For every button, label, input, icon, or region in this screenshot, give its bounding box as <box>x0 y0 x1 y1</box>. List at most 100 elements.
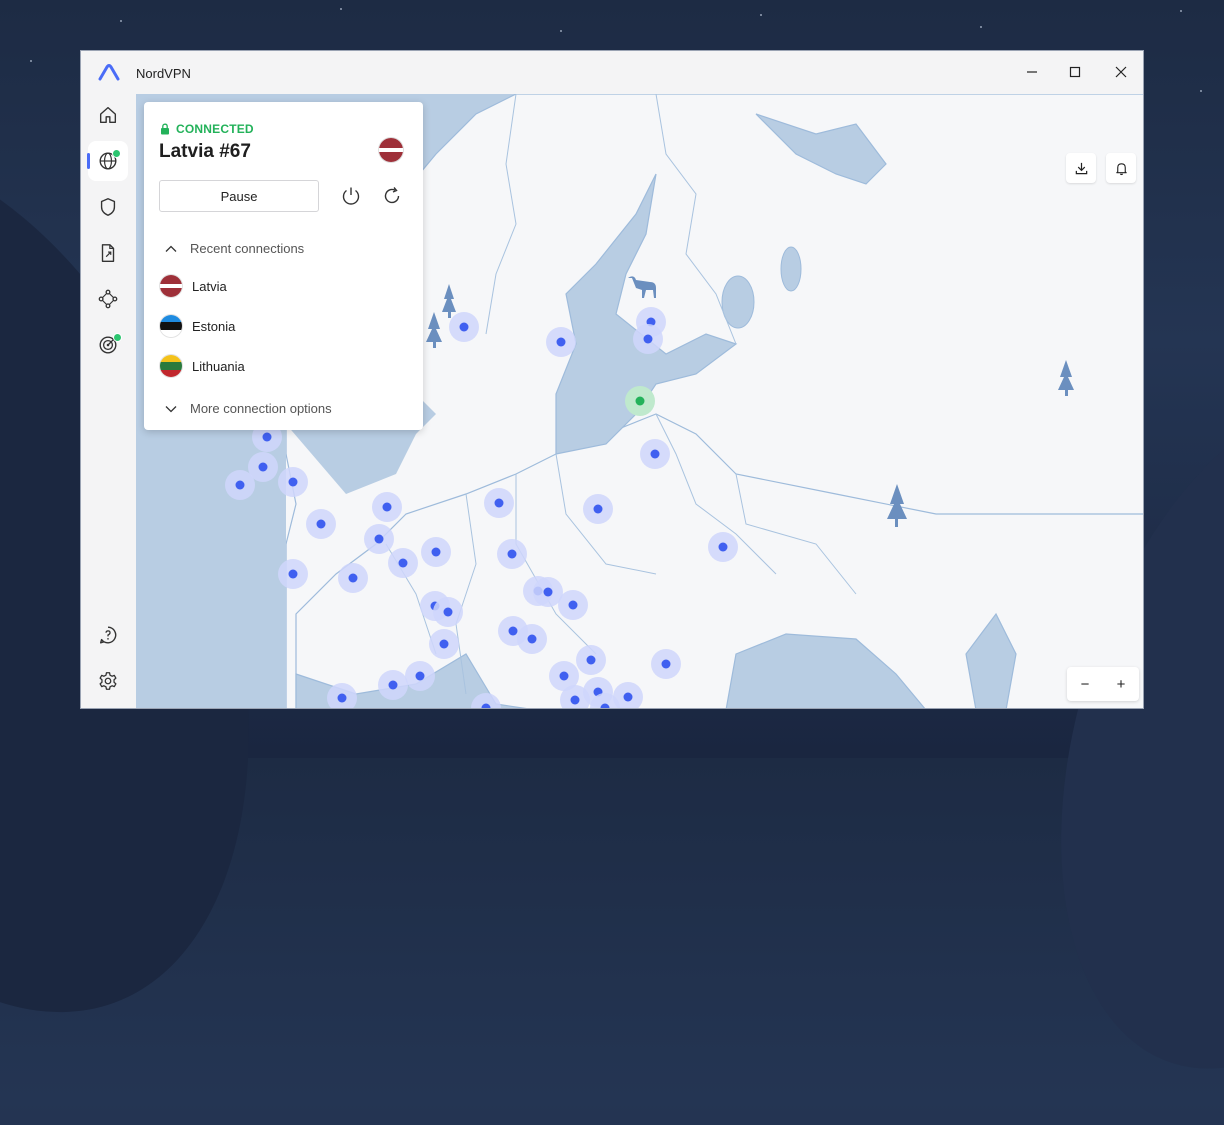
sidebar-item-file-share[interactable] <box>88 233 128 273</box>
server-marker-dot <box>288 477 298 487</box>
server-marker[interactable] <box>640 439 670 469</box>
power-icon <box>342 187 360 205</box>
close-icon <box>1115 66 1127 78</box>
server-marker[interactable] <box>429 629 459 659</box>
sidebar-item-meshnet[interactable] <box>88 279 128 319</box>
minimize-button[interactable] <box>1017 59 1047 85</box>
server-marker-dot <box>508 626 518 636</box>
server-marker-dot <box>258 462 268 472</box>
server-marker[interactable] <box>497 539 527 569</box>
server-marker-dot <box>718 542 728 552</box>
connected-marker-dot <box>635 396 645 406</box>
recent-connection-latvia[interactable]: Latvia <box>160 275 227 297</box>
server-marker-dot <box>459 322 469 332</box>
server-marker-dot <box>439 639 449 649</box>
sidebar-item-dark-web-monitor[interactable] <box>88 325 128 365</box>
server-marker[interactable] <box>338 563 368 593</box>
server-marker[interactable] <box>372 492 402 522</box>
server-marker[interactable] <box>388 548 418 578</box>
server-marker-dot <box>570 695 580 705</box>
maximize-icon <box>1069 66 1081 78</box>
server-marker-dot <box>507 549 517 559</box>
recent-connection-lithuania[interactable]: Lithuania <box>160 355 245 377</box>
server-marker-dot <box>337 693 347 703</box>
server-marker-dot <box>559 671 569 681</box>
server-marker[interactable] <box>278 559 308 589</box>
server-marker[interactable] <box>633 324 663 354</box>
sidebar <box>81 94 136 708</box>
server-marker[interactable] <box>378 670 408 700</box>
reconnect-button[interactable] <box>380 184 404 208</box>
recent-connection-label: Latvia <box>192 278 227 294</box>
zoom-in-button[interactable]: + <box>1103 667 1139 701</box>
status-badge <box>112 149 121 158</box>
refresh-icon <box>384 187 400 204</box>
server-marker[interactable] <box>433 597 463 627</box>
server-marker-dot <box>593 504 603 514</box>
recent-connection-estonia[interactable]: Estonia <box>160 315 235 337</box>
server-marker[interactable] <box>583 494 613 524</box>
sidebar-item-help[interactable] <box>88 615 128 655</box>
server-marker[interactable] <box>364 524 394 554</box>
more-connection-options-toggle[interactable]: More connection options <box>164 401 332 416</box>
recent-connection-label: Lithuania <box>192 358 245 374</box>
server-marker[interactable] <box>327 683 357 709</box>
server-marker[interactable] <box>225 470 255 500</box>
nordvpn-logo-icon <box>98 64 120 81</box>
minimize-icon <box>1027 71 1037 73</box>
server-marker-dot <box>348 573 358 583</box>
server-marker-dot <box>398 558 408 568</box>
notifications-button[interactable] <box>1106 153 1136 183</box>
server-marker[interactable] <box>484 488 514 518</box>
zoom-out-button[interactable]: − <box>1067 667 1103 701</box>
title-bar[interactable]: NordVPN <box>81 51 1143 94</box>
connected-server-name: Latvia #67 <box>159 141 251 162</box>
sidebar-item-servers[interactable] <box>87 141 128 181</box>
server-marker[interactable] <box>651 649 681 679</box>
server-marker-dot <box>415 671 425 681</box>
server-marker[interactable] <box>405 661 435 691</box>
more-connection-options-label: More connection options <box>190 401 332 416</box>
server-marker-dot <box>374 534 384 544</box>
recent-connection-label: Estonia <box>192 318 236 334</box>
lithuania-flag-icon <box>160 355 182 377</box>
server-marker-dot <box>650 449 660 459</box>
server-marker[interactable] <box>558 590 588 620</box>
star <box>1180 10 1182 12</box>
server-marker-dot <box>556 337 566 347</box>
status-badge <box>113 333 122 342</box>
maximize-button[interactable] <box>1060 59 1090 85</box>
server-marker-dot <box>661 659 671 669</box>
star <box>340 8 342 10</box>
status-label: CONNECTED <box>176 122 254 136</box>
close-button[interactable] <box>1106 59 1136 85</box>
sidebar-item-settings[interactable] <box>88 661 128 701</box>
server-marker[interactable] <box>708 532 738 562</box>
server-marker[interactable] <box>306 509 336 539</box>
server-marker[interactable] <box>517 624 547 654</box>
app-title: NordVPN <box>136 66 191 81</box>
disconnect-button[interactable] <box>339 184 363 208</box>
connected-server-marker[interactable] <box>625 386 655 416</box>
connection-status: CONNECTED <box>160 122 254 136</box>
server-marker[interactable] <box>449 312 479 342</box>
download-button[interactable] <box>1066 153 1096 183</box>
recent-connections-toggle[interactable]: Recent connections <box>164 241 304 256</box>
server-marker[interactable] <box>546 327 576 357</box>
pause-button[interactable]: Pause <box>159 180 319 212</box>
server-marker[interactable] <box>576 645 606 675</box>
sidebar-item-threat-protection[interactable] <box>88 187 128 227</box>
server-marker[interactable] <box>471 693 501 709</box>
latvia-flag-icon <box>379 138 403 162</box>
chevron-up-icon <box>165 245 177 252</box>
star <box>120 20 122 22</box>
active-indicator <box>87 153 90 169</box>
star <box>1200 90 1202 92</box>
server-marker-dot <box>382 502 392 512</box>
app-window: NordVPN − + CONNECTED Latvia #67 Pause R… <box>80 50 1144 709</box>
help-icon <box>99 626 117 644</box>
server-marker-dot <box>262 432 272 442</box>
server-marker[interactable] <box>421 537 451 567</box>
server-marker[interactable] <box>278 467 308 497</box>
sidebar-item-home[interactable] <box>88 95 128 135</box>
